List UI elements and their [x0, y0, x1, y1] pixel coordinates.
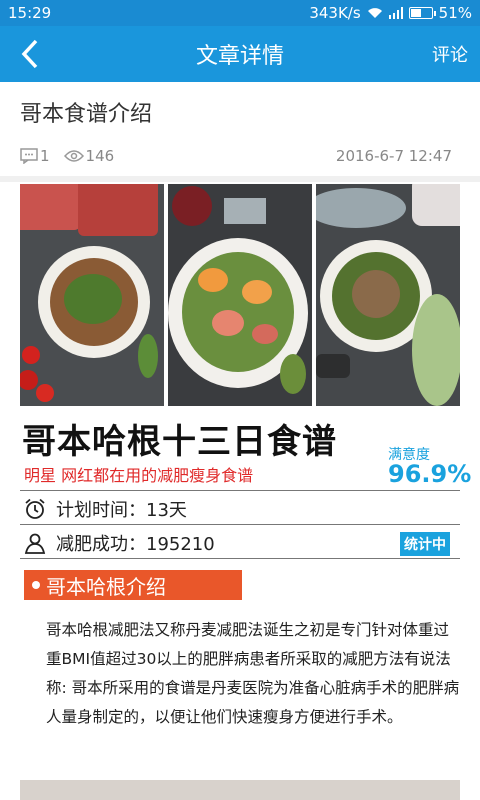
- divider-line: [20, 558, 460, 559]
- food-photo: [20, 184, 460, 406]
- divider-line: [20, 490, 460, 491]
- poster-subtitle: 明星 网红都在用的减肥瘦身食谱: [24, 466, 254, 485]
- satisfaction-value: 96.9%: [388, 460, 472, 488]
- publish-date: 2016-6-7 12:47: [335, 147, 452, 165]
- next-image-preview: [20, 780, 460, 800]
- food-panel-fish: [316, 184, 460, 406]
- status-time: 15:29: [8, 4, 52, 22]
- article-title: 哥本食谱介绍: [20, 102, 153, 127]
- divider-line: [20, 524, 460, 525]
- poster-title: 哥本哈根十三日食谱: [22, 422, 337, 462]
- alarm-clock-icon: [25, 498, 45, 519]
- comment-button[interactable]: 评论: [420, 41, 480, 67]
- food-panel-meat: [20, 184, 164, 406]
- section-heading-label: 哥本哈根介绍: [46, 574, 166, 599]
- wifi-icon: [367, 8, 382, 18]
- success-row: 减肥成功：195210: [24, 528, 215, 558]
- section-heading: 哥本哈根介绍: [24, 570, 242, 600]
- plan-time: 计划时间：13天: [56, 500, 187, 521]
- nav-bar: 文章详情 评论: [0, 26, 480, 82]
- success-count: 减肥成功：195210: [56, 534, 215, 555]
- page-title: 文章详情: [195, 44, 284, 69]
- back-arrow-icon: [21, 39, 38, 69]
- comment-icon: [20, 148, 38, 164]
- back-button[interactable]: [0, 26, 60, 82]
- stats-badge: 统计中: [400, 532, 450, 556]
- battery-icon: [408, 7, 436, 19]
- person-icon: [24, 533, 46, 554]
- status-bar: 15:29 343K/s 51%: [0, 0, 480, 26]
- signal-icon: [388, 7, 403, 19]
- comment-count: 1: [40, 147, 50, 165]
- view-count: 146: [85, 147, 115, 165]
- article-meta: 1 146 2016-6-7 12:47: [20, 146, 452, 166]
- section-body: 哥本哈根减肥法又称丹麦减肥法诞生之初是专门针对体重过重BMI值超过30以上的肥胖…: [46, 621, 460, 726]
- network-speed: 343K/s: [309, 4, 361, 22]
- bullet-dot: [32, 581, 40, 589]
- battery-percent: 51%: [438, 4, 472, 22]
- divider: [0, 176, 480, 182]
- eye-icon: [63, 150, 84, 162]
- plan-row: 计划时间：13天: [24, 494, 187, 524]
- food-panel-salad: [168, 184, 312, 406]
